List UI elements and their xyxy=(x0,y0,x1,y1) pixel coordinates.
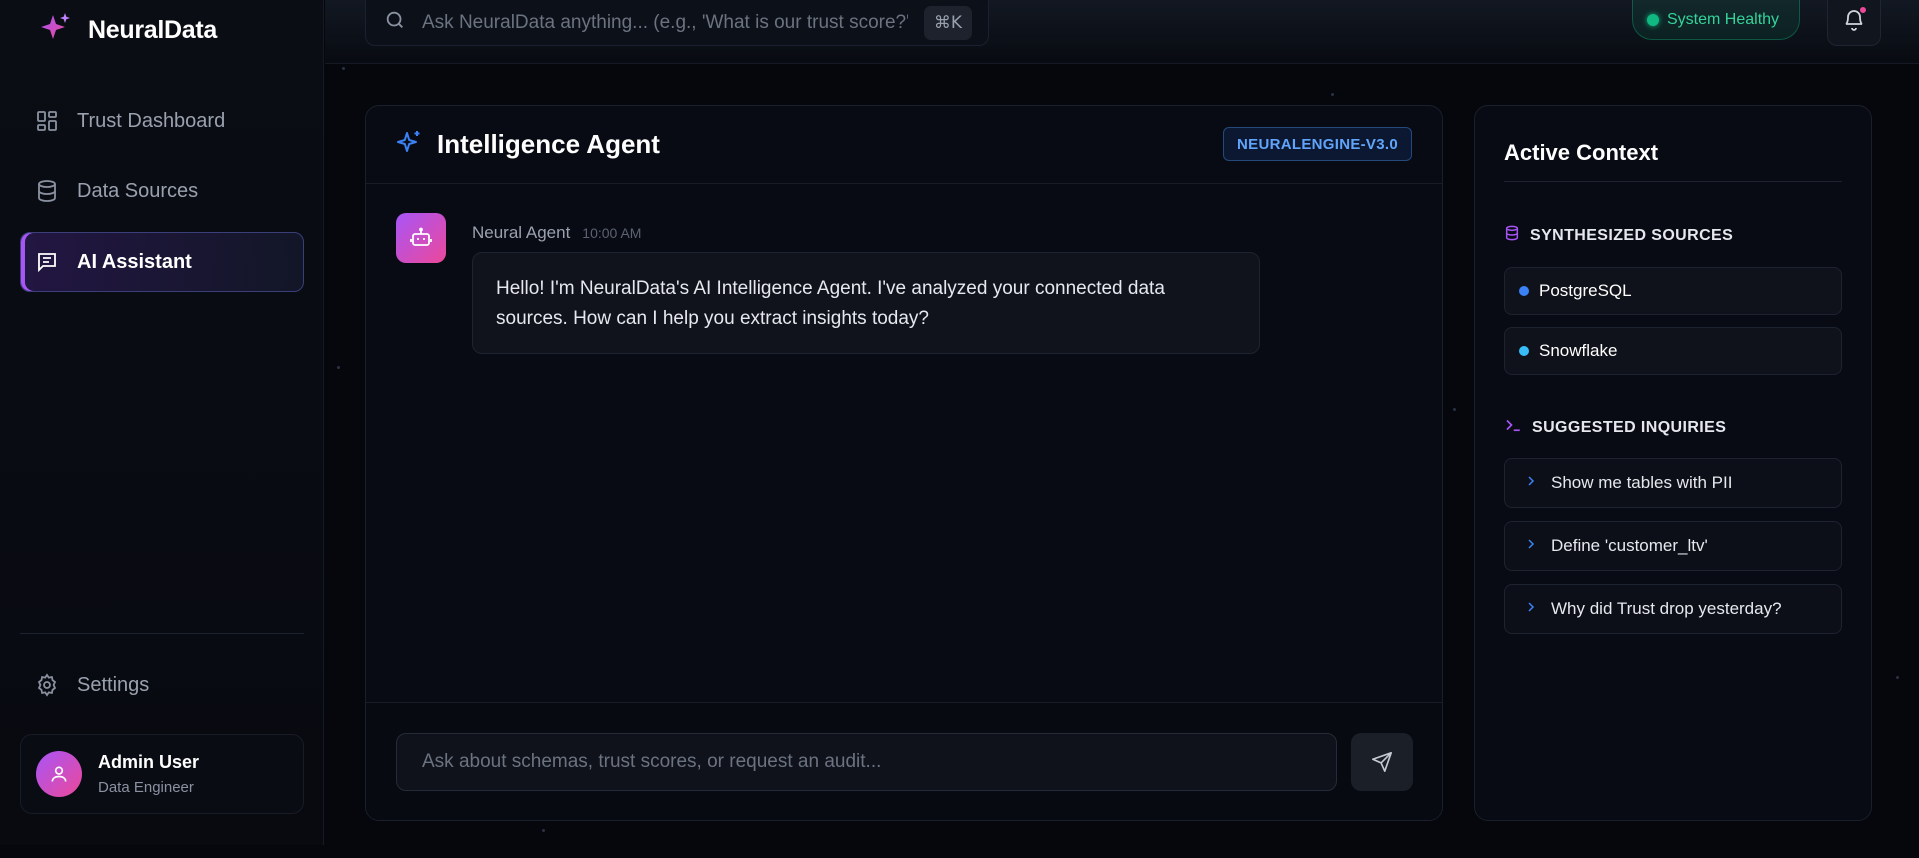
terminal-icon xyxy=(1504,416,1522,439)
notification-indicator xyxy=(1859,6,1867,14)
source-status-dot xyxy=(1519,346,1529,356)
sparkle-logo-icon xyxy=(38,11,72,50)
chat-icon xyxy=(35,250,59,274)
grid-icon xyxy=(35,109,59,133)
suggested-inquiry[interactable]: Define 'customer_ltv' xyxy=(1504,521,1842,571)
background-speck xyxy=(1453,408,1456,411)
background-speck xyxy=(337,366,340,369)
user-icon xyxy=(51,766,67,782)
status-badge[interactable]: System Healthy xyxy=(1632,0,1800,40)
status-dot xyxy=(1647,13,1659,26)
database-icon xyxy=(35,179,59,203)
status-label: System Healthy xyxy=(1667,10,1780,28)
inquiry-label: Why did Trust drop yesterday? xyxy=(1551,599,1782,618)
sidebar-item-trust-dashboard[interactable]: Trust Dashboard xyxy=(20,91,304,151)
global-search[interactable]: Ask NeuralData anything... (e.g., 'What … xyxy=(365,0,989,46)
user-name: Admin User xyxy=(98,752,200,772)
user-card[interactable]: Admin User Data Engineer xyxy=(20,734,304,814)
topbar: Ask NeuralData anything... (e.g., 'What … xyxy=(325,0,1919,64)
user-role: Data Engineer xyxy=(98,779,194,796)
sources-heading: SYNTHESIZED SOURCES xyxy=(1504,224,1733,247)
sidebar-item-ai-assistant[interactable]: AI Assistant xyxy=(20,232,304,292)
database-icon xyxy=(1504,224,1520,247)
chevron-right-icon xyxy=(1525,536,1537,556)
context-title: Active Context xyxy=(1504,140,1659,165)
background-speck xyxy=(1896,676,1899,679)
inquiries-heading-label: SUGGESTED INQUIRIES xyxy=(1532,418,1727,436)
context-divider xyxy=(1504,181,1842,182)
avatar xyxy=(36,751,82,797)
background-speck xyxy=(1331,93,1334,96)
chevron-right-icon xyxy=(1525,599,1537,619)
sources-heading-label: SYNTHESIZED SOURCES xyxy=(1530,226,1734,244)
sidebar-item-label: Data Sources xyxy=(77,179,199,202)
inquiry-label: Show me tables with PII xyxy=(1551,473,1733,492)
sidebar-divider xyxy=(20,633,304,634)
context-panel: Active Context SYNTHESIZED SOURCES Postg… xyxy=(1474,105,1872,821)
background-speck xyxy=(342,67,345,70)
bot-avatar xyxy=(396,213,446,263)
source-status-dot xyxy=(1519,286,1529,296)
notifications-button[interactable] xyxy=(1827,0,1881,46)
app-root: NeuralData Trust Dashboard Data Sources xyxy=(0,0,1919,858)
sidebar-item-label: AI Assistant xyxy=(77,250,192,273)
search-input[interactable]: Ask NeuralData anything... (e.g., 'What … xyxy=(422,12,908,34)
sidebar-item-label: Trust Dashboard xyxy=(77,109,226,132)
search-icon xyxy=(384,9,406,36)
suggested-inquiry[interactable]: Show me tables with PII xyxy=(1504,458,1842,508)
chat-header: Intelligence Agent NEURALENGINE-V3.0 xyxy=(366,106,1442,184)
chat-input[interactable] xyxy=(396,733,1337,791)
send-button[interactable] xyxy=(1351,733,1413,791)
chevron-right-icon xyxy=(1525,473,1537,493)
app-name: NeuralData xyxy=(88,15,217,44)
source-name: PostgreSQL xyxy=(1539,281,1632,300)
sparkle-icon xyxy=(395,128,423,161)
message-sender: Neural Agent xyxy=(472,223,571,242)
chat-composer xyxy=(366,702,1442,820)
chat-message: Neural Agent 10:00 AM Hello! I'm NeuralD… xyxy=(396,213,1260,354)
robot-icon xyxy=(410,227,432,246)
inquiry-label: Define 'customer_ltv' xyxy=(1551,536,1708,555)
chat-title: Intelligence Agent xyxy=(437,129,660,159)
sidebar: NeuralData Trust Dashboard Data Sources xyxy=(0,0,324,845)
background-speck xyxy=(542,829,545,832)
source-item-snowflake[interactable]: Snowflake xyxy=(1504,327,1842,375)
source-name: Snowflake xyxy=(1539,341,1618,360)
send-icon xyxy=(1372,752,1392,772)
inquiries-heading: SUGGESTED INQUIRIES xyxy=(1504,416,1726,439)
sidebar-item-data-sources[interactable]: Data Sources xyxy=(20,161,304,221)
suggested-inquiry[interactable]: Why did Trust drop yesterday? xyxy=(1504,584,1842,634)
sidebar-item-settings[interactable]: Settings xyxy=(20,655,304,715)
message-timestamp: 10:00 AM xyxy=(582,225,642,241)
shortcut-badge: ⌘K xyxy=(924,5,972,40)
version-badge: NEURALENGINE-V3.0 xyxy=(1223,127,1412,161)
gear-icon xyxy=(35,673,59,697)
source-item-postgresql[interactable]: PostgreSQL xyxy=(1504,267,1842,315)
message-bubble: Hello! I'm NeuralData's AI Intelligence … xyxy=(472,252,1260,354)
logo[interactable]: NeuralData xyxy=(38,12,217,48)
chat-panel: Intelligence Agent NEURALENGINE-V3.0 Neu… xyxy=(365,105,1443,821)
sidebar-item-label: Settings xyxy=(77,673,150,696)
